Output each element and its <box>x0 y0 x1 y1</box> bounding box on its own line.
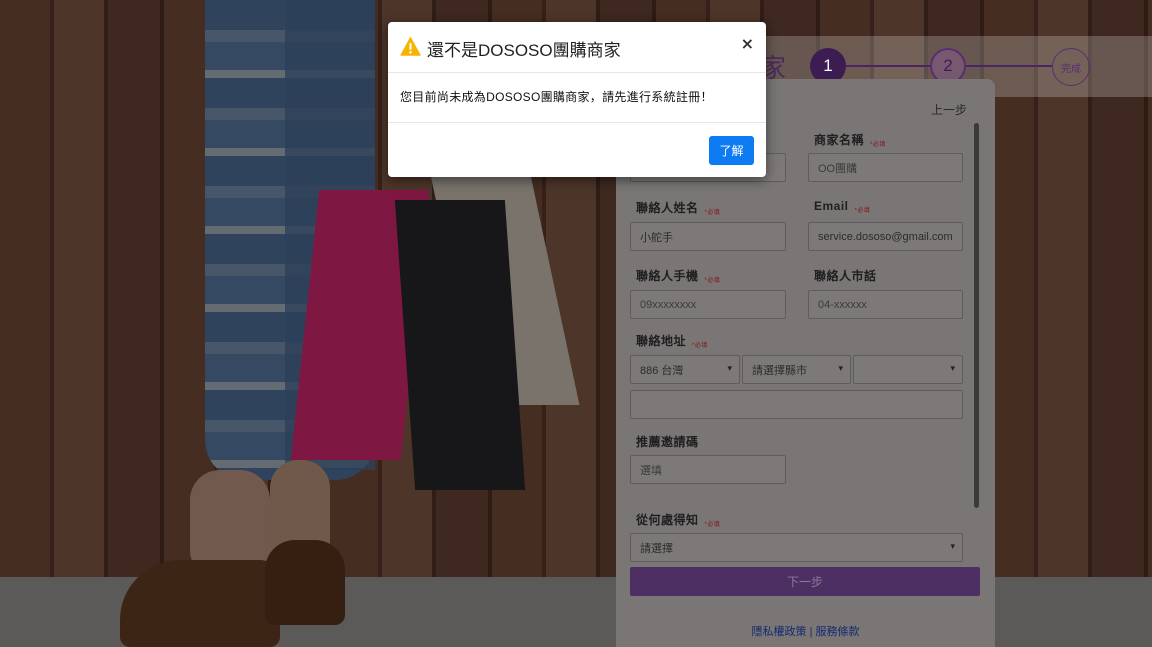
contact-name-input[interactable]: 小舵手 <box>630 222 786 251</box>
privacy-policy-link[interactable]: 隱私權政策 <box>752 626 807 638</box>
warning-icon <box>400 37 421 56</box>
form-scrollbar[interactable] <box>974 123 979 508</box>
step-complete: 完成 <box>1052 48 1090 86</box>
footer-links: 隱私權政策 | 服務條款 <box>616 623 995 639</box>
step-connector <box>846 65 930 67</box>
footer-separator: | <box>809 626 813 638</box>
phone-label: 聯絡人市話 <box>814 269 877 283</box>
not-merchant-dialog: 還不是DOSOSO團購商家 × 您目前尚未成為DOSOSO團購商家，請先進行系統… <box>388 22 766 177</box>
contact-name-label: 聯絡人姓名 *必填 <box>636 201 721 216</box>
acknowledge-button[interactable]: 了解 <box>709 136 754 165</box>
step-connector <box>966 65 1052 67</box>
email-input[interactable]: service.dososo@gmail.com <box>808 222 963 251</box>
referral-label: 推薦邀請碼 <box>636 435 699 449</box>
email-label: Email *必填 <box>814 199 871 214</box>
mobile-label: 聯絡人手機 *必填 <box>636 269 721 284</box>
dialog-message: 您目前尚未成為DOSOSO團購商家，請先進行系統註冊！ <box>388 73 766 123</box>
city-select[interactable]: 請選擇縣市 <box>742 355 851 384</box>
source-select[interactable]: 請選擇 <box>630 533 963 562</box>
next-step-button[interactable]: 下一步 <box>630 567 980 596</box>
district-select[interactable] <box>853 355 963 384</box>
prev-step-link[interactable]: 上一步 <box>931 101 967 118</box>
phone-input[interactable]: 04-xxxxxx <box>808 290 963 319</box>
terms-of-service-link[interactable]: 服務條款 <box>815 626 859 638</box>
referral-code-input[interactable]: 選填 <box>630 455 786 484</box>
country-select[interactable]: 886 台灣 <box>630 355 740 384</box>
street-address-input[interactable] <box>630 390 963 419</box>
mobile-input[interactable]: 09xxxxxxxx <box>630 290 786 319</box>
merchant-name-input[interactable]: OO團購 <box>808 153 963 182</box>
address-label: 聯絡地址 *必填 <box>636 334 708 349</box>
source-label: 從何處得知 *必填 <box>636 513 721 528</box>
dialog-header: 還不是DOSOSO團購商家 × <box>388 22 766 73</box>
merchant-name-label: 商家名稱 *必填 <box>814 133 886 148</box>
close-icon[interactable]: × <box>741 34 754 53</box>
dialog-title: 還不是DOSOSO團購商家 <box>427 41 621 60</box>
